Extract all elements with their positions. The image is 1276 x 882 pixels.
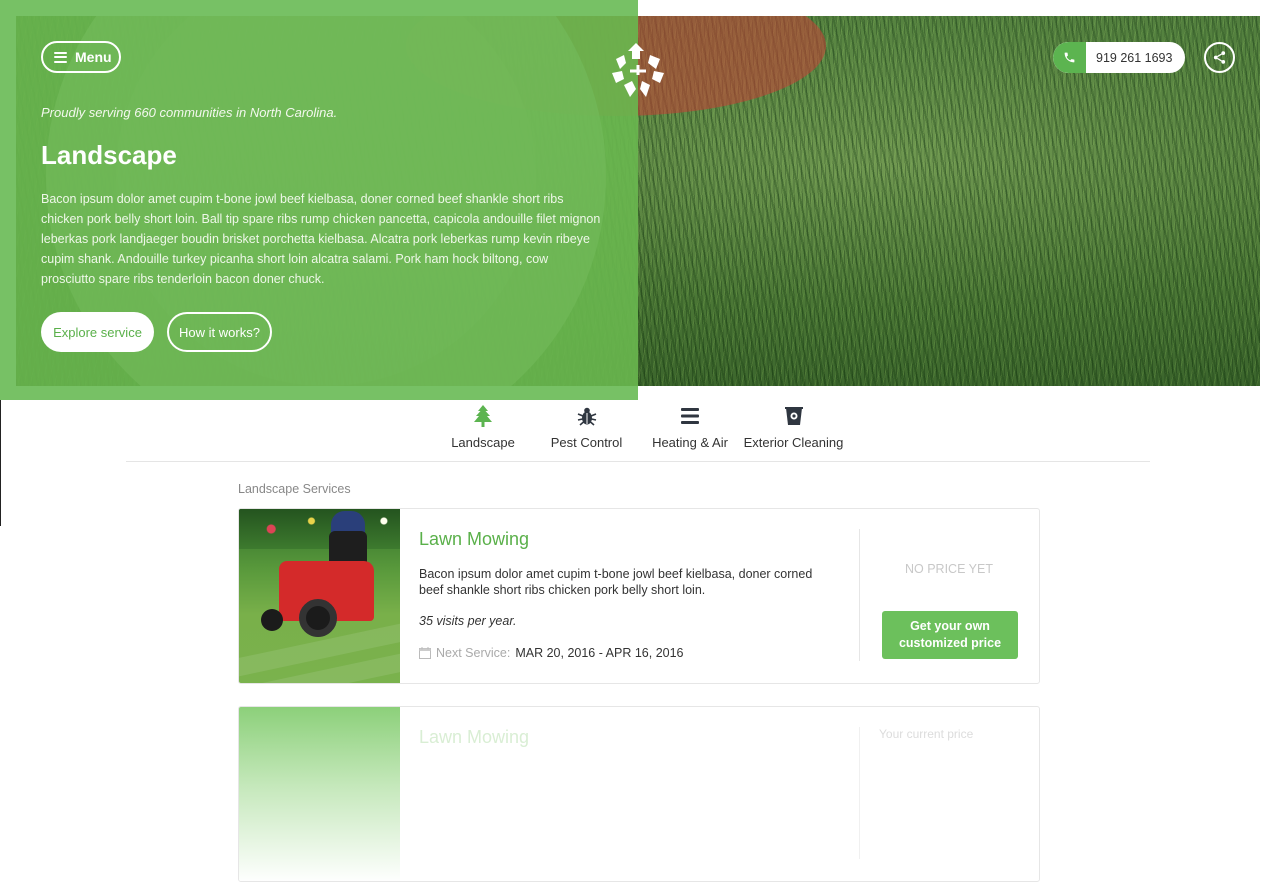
service-image bbox=[239, 707, 400, 881]
explore-service-button[interactable]: Explore service bbox=[41, 312, 154, 352]
hvac-icon bbox=[680, 405, 700, 427]
bug-icon bbox=[577, 405, 597, 427]
next-service: Next Service: MAR 20, 2016 - APR 16, 201… bbox=[419, 646, 684, 660]
category-label: Pest Control bbox=[550, 435, 623, 450]
brand-logo-icon bbox=[612, 43, 664, 97]
service-title[interactable]: Lawn Mowing bbox=[419, 529, 529, 550]
tree-icon bbox=[474, 405, 492, 427]
category-label: Heating & Air bbox=[652, 435, 728, 450]
phone-icon bbox=[1053, 42, 1086, 73]
menu-button[interactable]: Menu bbox=[41, 41, 121, 73]
hero-title: Landscape bbox=[41, 140, 177, 170]
hero-banner: Menu Proudly serving 660 communities in … bbox=[0, 0, 1276, 400]
hamburger-icon bbox=[54, 51, 67, 63]
next-service-label: Next Service: bbox=[436, 646, 511, 660]
service-visits: 35 visits per year. bbox=[419, 614, 517, 628]
nav-divider bbox=[126, 461, 1150, 462]
service-card[interactable]: Lawn Mowing Bacon ipsum dolor amet cupim… bbox=[238, 508, 1040, 684]
card-divider bbox=[859, 529, 860, 661]
phone-call-button[interactable]: 919 261 1693 bbox=[1053, 42, 1185, 73]
category-heating-air[interactable]: Heating & Air bbox=[651, 405, 729, 450]
price-status: NO PRICE YET bbox=[905, 562, 993, 576]
bucket-icon bbox=[784, 405, 803, 427]
card-divider bbox=[859, 727, 860, 859]
phone-number: 919 261 1693 bbox=[1096, 50, 1173, 65]
hero-description: Bacon ipsum dolor amet cupim t-bone jowl… bbox=[41, 192, 601, 286]
next-service-value: MAR 20, 2016 - APR 16, 2016 bbox=[515, 646, 684, 660]
section-label: Landscape Services bbox=[238, 482, 351, 496]
how-it-works-button[interactable]: How it works? bbox=[167, 312, 272, 352]
share-icon bbox=[1213, 51, 1226, 64]
category-label: Landscape bbox=[451, 435, 515, 450]
price-status: Your current price bbox=[879, 727, 974, 741]
hero-tagline: Proudly serving 660 communities in North… bbox=[41, 105, 338, 120]
category-pest-control[interactable]: Pest Control bbox=[550, 405, 623, 450]
calendar-icon bbox=[419, 647, 431, 659]
service-description: Bacon ipsum dolor amet cupim t-bone jowl… bbox=[419, 567, 813, 597]
menu-label: Menu bbox=[75, 49, 112, 65]
category-landscape[interactable]: Landscape bbox=[450, 405, 516, 450]
service-title[interactable]: Lawn Mowing bbox=[419, 727, 529, 748]
service-card[interactable]: Lawn Mowing Your current price bbox=[238, 706, 1040, 882]
category-exterior-cleaning[interactable]: Exterior Cleaning bbox=[743, 405, 844, 450]
share-button[interactable] bbox=[1204, 42, 1235, 73]
category-nav: Landscape Pest Control Heating & Air Ext… bbox=[0, 405, 1276, 461]
get-price-button[interactable]: Get your own customized price bbox=[882, 611, 1018, 659]
lawn-mowing-image bbox=[239, 509, 400, 683]
category-label: Exterior Cleaning bbox=[743, 435, 844, 450]
